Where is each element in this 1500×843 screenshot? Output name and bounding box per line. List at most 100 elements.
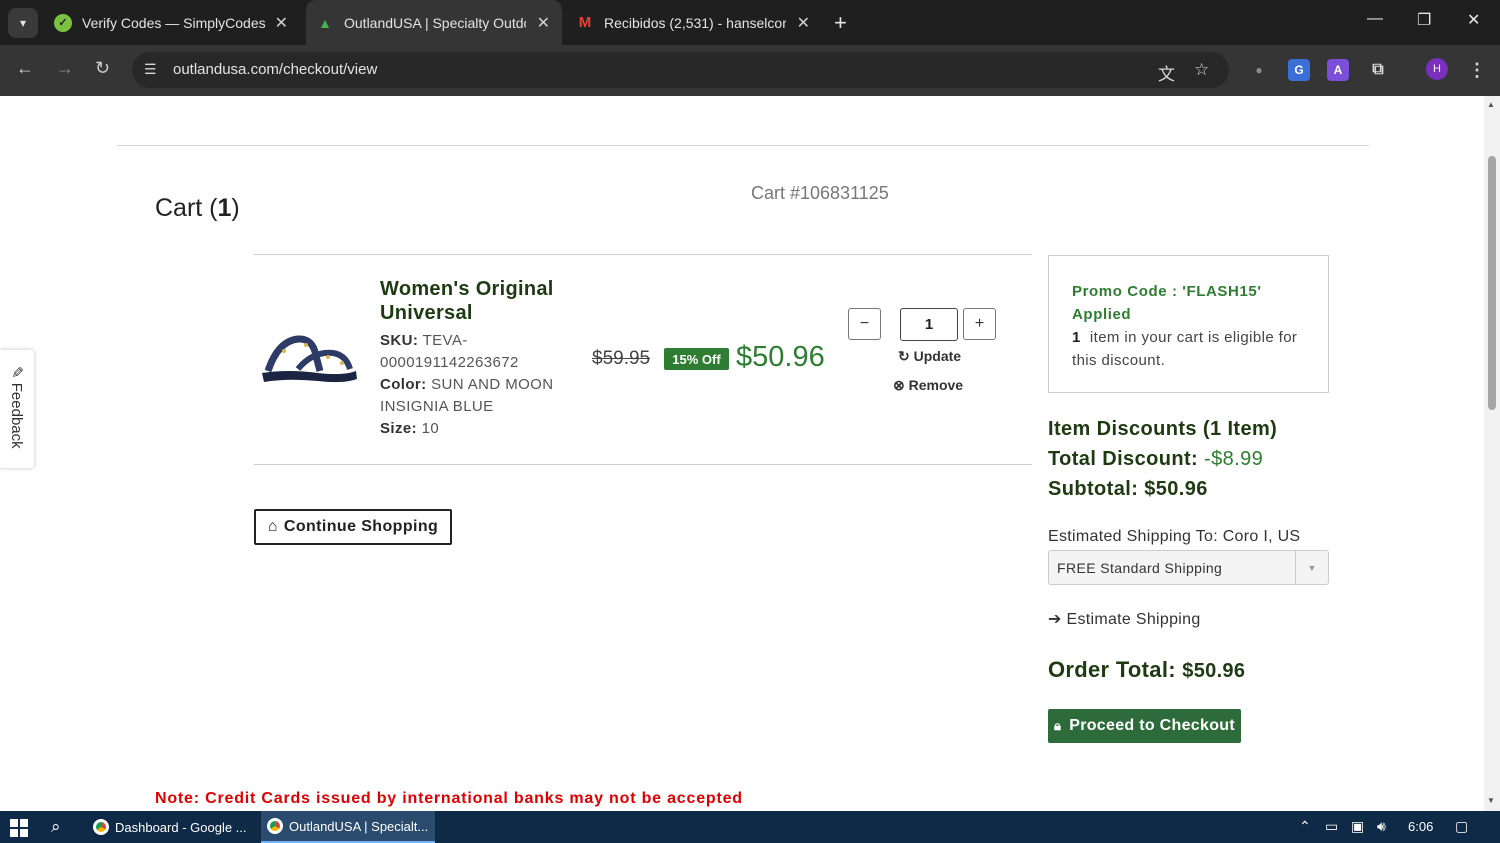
clock[interactable]: 6:06 xyxy=(1408,819,1433,834)
minimize-icon[interactable]: — xyxy=(1367,10,1383,28)
extension-puzzle-gray-icon[interactable]: ● xyxy=(1248,59,1270,81)
promo-box: Promo Code : 'FLASH15' Applied 1 item in… xyxy=(1048,255,1329,393)
discount-badge: 15% Off xyxy=(664,348,729,370)
a-extension-icon[interactable]: A xyxy=(1327,59,1349,81)
new-tab-button[interactable]: + xyxy=(834,10,847,36)
original-price: $59.95 xyxy=(592,348,651,369)
estimate-shipping-link[interactable]: ➔ Estimate Shipping xyxy=(1048,609,1201,629)
taskbar-app-title: OutlandUSA | Specialt... xyxy=(289,818,429,834)
page-scrollbar[interactable]: ▲ ▼ xyxy=(1484,96,1500,811)
tray-device-icon[interactable]: ▭ xyxy=(1325,818,1338,835)
remove-label: Remove xyxy=(908,377,964,393)
total-discount-value: -$8.99 xyxy=(1204,448,1264,470)
google-translate-extension-icon[interactable]: G xyxy=(1288,59,1310,81)
tab-title: Verify Codes — SimplyCodes xyxy=(82,14,266,31)
quantity-increase-button[interactable]: + xyxy=(963,308,996,340)
close-window-icon[interactable]: ✕ xyxy=(1467,10,1480,30)
tab-title: Recibidos (2,531) - hanselcoron xyxy=(604,14,786,31)
sku-label: SKU: xyxy=(380,332,419,349)
continue-shopping-button[interactable]: ⌂ Continue Shopping xyxy=(254,509,452,545)
tab-title: OutlandUSA | Specialty Outdoo xyxy=(344,14,526,31)
address-bar[interactable]: ☰ outlandusa.com/checkout/view 文 ☆ xyxy=(132,52,1229,88)
divider xyxy=(254,254,1032,255)
gmail-favicon-icon: M xyxy=(578,14,592,31)
sale-price: $50.96 xyxy=(736,341,825,373)
estimate-shipping-label: Estimate Shipping xyxy=(1066,611,1201,628)
chrome-icon xyxy=(93,819,109,835)
taskbar-app-outlandusa[interactable]: OutlandUSA | Specialt... xyxy=(261,811,435,843)
windows-taskbar: ⌕ Dashboard - Google ... OutlandUSA | Sp… xyxy=(0,811,1500,843)
shipping-method-select[interactable]: FREE Standard Shipping ▼ xyxy=(1048,550,1329,585)
continue-shopping-label: Continue Shopping xyxy=(283,518,439,535)
taskbar-search-icon[interactable]: ⌕ xyxy=(51,817,61,837)
scroll-up-icon[interactable]: ▲ xyxy=(1487,100,1495,109)
tray-chevron-up-icon[interactable]: ⌃ xyxy=(1299,818,1311,835)
cart-title: Cart (1) xyxy=(155,194,240,222)
size-value: 10 xyxy=(421,420,440,437)
total-discount-label: Total Discount: xyxy=(1048,448,1199,470)
subtotal-value: $50.96 xyxy=(1144,478,1208,500)
scroll-down-icon[interactable]: ▼ xyxy=(1487,796,1495,805)
close-tab-icon[interactable]: ✕ xyxy=(797,13,810,33)
remove-link[interactable]: ⊗ Remove xyxy=(893,377,963,394)
feedback-icon: ✎ xyxy=(8,366,25,379)
subtotal-label: Subtotal: xyxy=(1048,478,1139,500)
close-tab-icon[interactable]: ✕ xyxy=(275,13,288,33)
remove-circle-icon: ⊗ xyxy=(893,377,905,393)
quantity-decrease-button[interactable]: − xyxy=(848,308,881,340)
restore-icon[interactable]: ❐ xyxy=(1417,10,1431,30)
proceed-to-checkout-button[interactable]: 🔒︎ Proceed to Checkout xyxy=(1048,709,1241,743)
close-tab-icon[interactable]: ✕ xyxy=(537,13,550,33)
credit-card-note: Note: Credit Cards issued by internation… xyxy=(155,790,743,807)
feedback-label: Feedback xyxy=(8,382,25,449)
divider xyxy=(254,464,1032,465)
refresh-icon: ↻ xyxy=(898,348,910,364)
tab-simplycodes[interactable]: ✓ Verify Codes — SimplyCodes ✕ xyxy=(50,0,300,45)
outland-mountain-favicon-icon: ▲ xyxy=(318,14,332,31)
tab-gmail[interactable]: M Recibidos (2,531) - hanselcoron ✕ xyxy=(568,0,822,45)
promo-text: 1 item in your cart is eligible for this… xyxy=(1072,326,1312,372)
profile-avatar[interactable]: H xyxy=(1426,58,1448,80)
network-icon[interactable]: ▣ xyxy=(1351,818,1364,835)
site-settings-icon[interactable]: ☰ xyxy=(144,61,157,78)
quantity-input[interactable]: 1 xyxy=(900,308,958,341)
scrollbar-thumb[interactable] xyxy=(1488,156,1496,410)
proceed-checkout-label: Proceed to Checkout xyxy=(1069,717,1235,734)
back-arrow-icon[interactable]: ← xyxy=(16,58,34,79)
update-link[interactable]: ↻ Update xyxy=(898,348,961,365)
checkout-page: Cart (1) Cart #106831125 Women's Origina… xyxy=(0,96,1484,811)
feedback-tab[interactable]: ✎ Feedback xyxy=(0,350,34,468)
taskbar-app-dashboard[interactable]: Dashboard - Google ... xyxy=(87,811,255,843)
taskbar-app-title: Dashboard - Google ... xyxy=(115,819,247,835)
windows-start-icon[interactable] xyxy=(10,819,28,837)
product-name[interactable]: Women's Original Universal xyxy=(380,277,580,325)
total-discount: Total Discount: -$8.99 xyxy=(1048,448,1263,471)
tab-outlandusa[interactable]: ▲ OutlandUSA | Specialty Outdoo ✕ xyxy=(306,0,562,45)
browser-tab-bar: ▾ ✓ Verify Codes — SimplyCodes ✕ ▲ Outla… xyxy=(0,0,1500,45)
product-sandal-image[interactable] xyxy=(258,321,360,391)
lock-icon: 🔒︎ xyxy=(1054,718,1062,733)
promo-message: item in your cart is eligible for this d… xyxy=(1072,329,1298,369)
divider xyxy=(117,145,1369,146)
subtotal: Subtotal: $50.96 xyxy=(1048,478,1208,501)
order-total-value: $50.96 xyxy=(1182,660,1246,682)
volume-icon[interactable]: 🔊︎ xyxy=(1377,818,1386,835)
size-label: Size: xyxy=(380,420,418,437)
extensions-icon[interactable]: ⧉ xyxy=(1367,59,1389,81)
url-text: outlandusa.com/checkout/view xyxy=(173,61,378,78)
reload-icon[interactable]: ↻ xyxy=(95,58,110,79)
order-total-label: Order Total: xyxy=(1048,657,1176,682)
arrow-circle-icon: ➔ xyxy=(1048,611,1062,628)
promo-title: Promo Code : 'FLASH15' Applied xyxy=(1072,283,1262,323)
more-menu-icon[interactable]: ⋮ xyxy=(1466,59,1488,81)
notifications-icon[interactable]: ▢ xyxy=(1455,818,1468,835)
order-total: Order Total: $50.96 xyxy=(1048,657,1245,683)
forward-arrow-icon[interactable]: → xyxy=(56,58,74,79)
product-sku: SKU: TEVA-0000191142263672 xyxy=(380,330,580,374)
item-discounts: Item Discounts (1 Item) xyxy=(1048,418,1278,440)
color-label: Color: xyxy=(380,376,427,393)
promo-count: 1 xyxy=(1072,329,1081,346)
tab-search-button[interactable]: ▾ xyxy=(8,8,38,38)
translate-icon[interactable]: 文 xyxy=(1158,60,1175,85)
bookmark-star-icon[interactable]: ☆ xyxy=(1194,60,1209,80)
